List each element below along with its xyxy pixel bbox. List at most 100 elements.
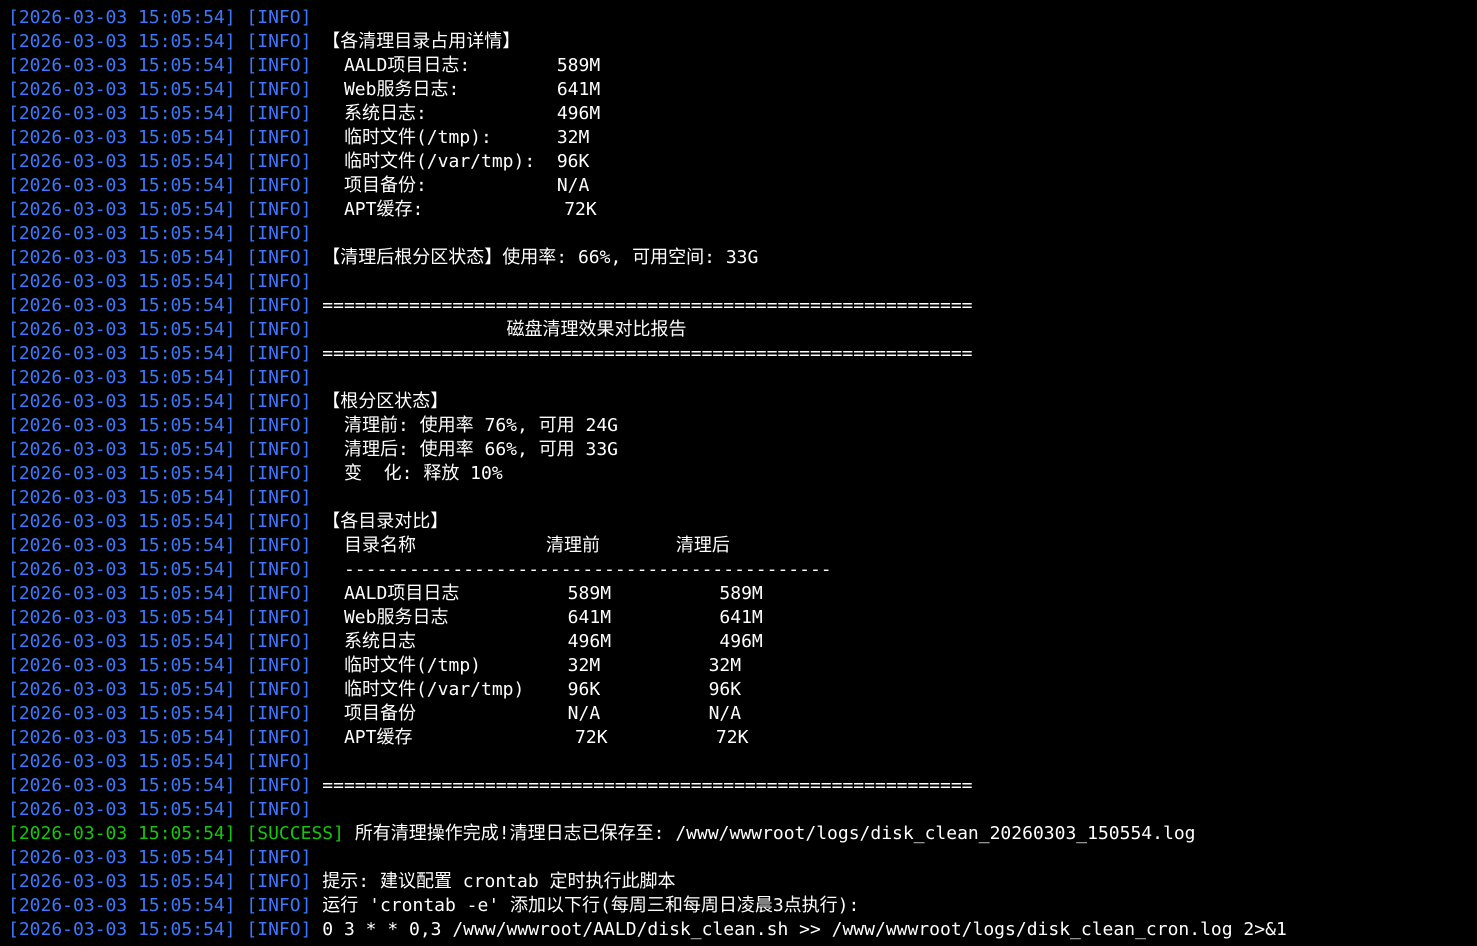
terminal-output[interactable]: [2026-03-03 15:05:54] [INFO] [2026-03-03… — [8, 6, 1477, 946]
log-level: [SUCCESS] — [246, 823, 344, 844]
log-line: [2026-03-03 15:05:54] [INFO] 磁盘清理效果对比报告 — [8, 318, 1477, 342]
log-level: [INFO] — [246, 247, 312, 268]
log-level: [INFO] — [246, 79, 312, 100]
log-message: 临时文件(/tmp): 32M — [322, 127, 590, 148]
log-line: [2026-03-03 15:05:54] [INFO] ===========… — [8, 774, 1477, 798]
log-message: 提示: 建议配置 crontab 定时执行此脚本 — [322, 871, 676, 892]
log-message: 系统日志: 496M — [322, 103, 601, 124]
log-timestamp: [2026-03-03 15:05:54] — [8, 511, 236, 532]
log-timestamp: [2026-03-03 15:05:54] — [8, 391, 236, 412]
log-line: [2026-03-03 15:05:54] [INFO] — [8, 798, 1477, 822]
log-line-success: [2026-03-03 15:05:54] [SUCCESS] 所有清理操作完成… — [8, 822, 1477, 846]
log-timestamp: [2026-03-03 15:05:54] — [8, 439, 236, 460]
log-level: [INFO] — [246, 175, 312, 196]
log-message: 目录名称 清理前 清理后 — [322, 535, 730, 556]
log-message: 临时文件(/tmp) 32M 32M — [322, 655, 742, 676]
log-timestamp: [2026-03-03 15:05:54] — [8, 151, 236, 172]
log-line: [2026-03-03 15:05:54] [INFO] 临时文件(/var/t… — [8, 150, 1477, 174]
log-line: [2026-03-03 15:05:54] [INFO] — [8, 750, 1477, 774]
log-line: [2026-03-03 15:05:54] [INFO] 【各目录对比】 — [8, 510, 1477, 534]
log-level: [INFO] — [246, 31, 312, 52]
log-timestamp: [2026-03-03 15:05:54] — [8, 295, 236, 316]
log-timestamp: [2026-03-03 15:05:54] — [8, 535, 236, 556]
log-level: [INFO] — [246, 391, 312, 412]
log-line: [2026-03-03 15:05:54] [INFO] — [8, 846, 1477, 870]
log-message: 所有清理操作完成!清理日志已保存至: /www/wwwroot/logs/dis… — [354, 823, 1196, 844]
log-level: [INFO] — [246, 559, 312, 580]
log-timestamp: [2026-03-03 15:05:54] — [8, 631, 236, 652]
log-timestamp: [2026-03-03 15:05:54] — [8, 55, 236, 76]
log-line: [2026-03-03 15:05:54] [INFO] ===========… — [8, 294, 1477, 318]
log-level: [INFO] — [246, 607, 312, 628]
log-message: AALD项目日志: 589M — [322, 55, 601, 76]
log-level: [INFO] — [246, 439, 312, 460]
log-line: [2026-03-03 15:05:54] [INFO] APT缓存: 72K — [8, 198, 1477, 222]
log-message: 清理后: 使用率 66%, 可用 33G — [322, 439, 619, 460]
log-timestamp: [2026-03-03 15:05:54] — [8, 559, 236, 580]
log-level: [INFO] — [246, 799, 312, 820]
log-timestamp: [2026-03-03 15:05:54] — [8, 847, 236, 868]
log-message: AALD项目日志 589M 589M — [322, 583, 763, 604]
log-line: [2026-03-03 15:05:54] [INFO] — [8, 6, 1477, 30]
log-level: [INFO] — [246, 871, 312, 892]
log-message: ----------------------------------------… — [322, 559, 832, 580]
log-level: [INFO] — [246, 895, 312, 916]
log-message: APT缓存: 72K — [322, 199, 597, 220]
log-timestamp: [2026-03-03 15:05:54] — [8, 655, 236, 676]
log-message: 临时文件(/var/tmp): 96K — [322, 151, 590, 172]
log-timestamp: [2026-03-03 15:05:54] — [8, 823, 236, 844]
log-message: ========================================… — [322, 775, 973, 796]
log-level: [INFO] — [246, 415, 312, 436]
log-level: [INFO] — [246, 223, 312, 244]
log-line: [2026-03-03 15:05:54] [INFO] — [8, 366, 1477, 390]
log-message: 系统日志 496M 496M — [322, 631, 763, 652]
log-timestamp: [2026-03-03 15:05:54] — [8, 751, 236, 772]
log-level: [INFO] — [246, 151, 312, 172]
log-timestamp: [2026-03-03 15:05:54] — [8, 463, 236, 484]
log-level: [INFO] — [246, 919, 312, 940]
log-line: [2026-03-03 15:05:54] [INFO] 系统日志: 496M — [8, 102, 1477, 126]
log-timestamp: [2026-03-03 15:05:54] — [8, 487, 236, 508]
log-line: [2026-03-03 15:05:54] [INFO] ===========… — [8, 342, 1477, 366]
log-level: [INFO] — [246, 535, 312, 556]
log-timestamp: [2026-03-03 15:05:54] — [8, 871, 236, 892]
log-line: [2026-03-03 15:05:54] [INFO] 【各清理目录占用详情】 — [8, 30, 1477, 54]
log-level: [INFO] — [246, 463, 312, 484]
log-timestamp: [2026-03-03 15:05:54] — [8, 343, 236, 364]
log-level: [INFO] — [246, 103, 312, 124]
log-message: APT缓存 72K 72K — [322, 727, 749, 748]
log-level: [INFO] — [246, 7, 312, 28]
log-line: [2026-03-03 15:05:54] [INFO] 【根分区状态】 — [8, 390, 1477, 414]
log-timestamp: [2026-03-03 15:05:54] — [8, 223, 236, 244]
log-timestamp: [2026-03-03 15:05:54] — [8, 607, 236, 628]
log-level: [INFO] — [246, 295, 312, 316]
log-message: 0 3 * * 0,3 /www/wwwroot/AALD/disk_clean… — [322, 919, 1287, 940]
log-timestamp: [2026-03-03 15:05:54] — [8, 247, 236, 268]
log-level: [INFO] — [246, 583, 312, 604]
log-level: [INFO] — [246, 199, 312, 220]
log-timestamp: [2026-03-03 15:05:54] — [8, 103, 236, 124]
log-timestamp: [2026-03-03 15:05:54] — [8, 271, 236, 292]
log-level: [INFO] — [246, 631, 312, 652]
log-message: 运行 'crontab -e' 添加以下行(每周三和每周日凌晨3点执行): — [322, 895, 860, 916]
log-message: 项目备份: N/A — [322, 175, 590, 196]
log-timestamp: [2026-03-03 15:05:54] — [8, 895, 236, 916]
log-line: [2026-03-03 15:05:54] [INFO] 项目备份 N/A N/… — [8, 702, 1477, 726]
log-message: ========================================… — [322, 343, 973, 364]
log-level: [INFO] — [246, 679, 312, 700]
log-line: [2026-03-03 15:05:54] [INFO] — [8, 222, 1477, 246]
log-line: [2026-03-03 15:05:54] [INFO] 目录名称 清理前 清理… — [8, 534, 1477, 558]
log-level: [INFO] — [246, 367, 312, 388]
log-line: [2026-03-03 15:05:54] [INFO] 项目备份: N/A — [8, 174, 1477, 198]
log-level: [INFO] — [246, 127, 312, 148]
log-timestamp: [2026-03-03 15:05:54] — [8, 319, 236, 340]
log-line: [2026-03-03 15:05:54] [INFO] 临时文件(/tmp) … — [8, 654, 1477, 678]
log-line: [2026-03-03 15:05:54] [INFO] 提示: 建议配置 cr… — [8, 870, 1477, 894]
log-level: [INFO] — [246, 487, 312, 508]
log-level: [INFO] — [246, 703, 312, 724]
log-message: ========================================… — [322, 295, 973, 316]
log-message: 【清理后根分区状态】使用率: 66%, 可用空间: 33G — [322, 247, 759, 268]
log-timestamp: [2026-03-03 15:05:54] — [8, 703, 236, 724]
log-line: [2026-03-03 15:05:54] [INFO] APT缓存 72K 7… — [8, 726, 1477, 750]
log-line: [2026-03-03 15:05:54] [INFO] — [8, 486, 1477, 510]
